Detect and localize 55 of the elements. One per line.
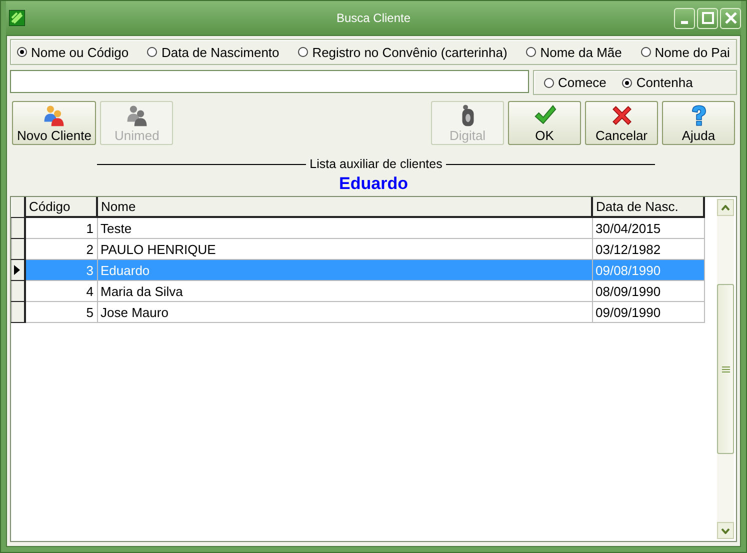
radio-indicator[interactable] [526, 47, 536, 57]
column-header[interactable]: Nome [97, 197, 592, 217]
radio-button[interactable]: Contenha [622, 75, 693, 90]
table-cell: Teste [97, 217, 592, 238]
radio-indicator[interactable] [17, 47, 27, 57]
section-title: Lista auxiliar de clientes [310, 157, 442, 171]
radio-button[interactable]: Nome do Pai [640, 44, 730, 60]
table-row[interactable]: 4 Maria da Silva 08/09/1990 [12, 280, 704, 302]
table-row[interactable]: 1 Teste 30/04/2015 [12, 217, 704, 238]
radio-button[interactable]: Nome da Mãe [526, 44, 622, 60]
radio-indicator[interactable] [640, 47, 651, 57]
toolbar-button[interactable]: OK [508, 101, 581, 145]
radio-button[interactable]: Registro no Convênio (carterinha) [298, 44, 508, 60]
table-cell: Maria da Silva [97, 280, 592, 302]
minimize-button[interactable] [674, 8, 695, 28]
table-cell: 09/09/1990 [592, 302, 704, 322]
maximize-button[interactable] [697, 8, 718, 28]
radio-indicator[interactable] [298, 47, 308, 57]
row-pointer-icon [14, 264, 20, 274]
grip-icon [722, 366, 730, 372]
radio-button[interactable]: Data de Nascimento [147, 44, 280, 60]
scroll-down-button[interactable] [717, 522, 734, 539]
toolbar-button[interactable]: Novo Cliente [12, 101, 96, 145]
table-cell: Jose Mauro [97, 302, 592, 322]
scroll-thumb[interactable] [717, 284, 734, 454]
caret-up-icon [721, 204, 730, 210]
table-cell: 5 [25, 302, 97, 322]
close-icon [724, 12, 736, 24]
column-header[interactable]: Código [25, 197, 97, 217]
radio-button[interactable]: Comece [544, 75, 606, 90]
radio-button[interactable]: Nome ou Código [17, 44, 129, 60]
radio-indicator[interactable] [544, 78, 554, 88]
selected-client-name: Eduardo [338, 174, 409, 194]
table-cell: 09/08/1990 [592, 260, 704, 280]
radio-indicator[interactable] [147, 47, 158, 57]
table-cell: 4 [25, 280, 97, 302]
table-cell: 30/04/2015 [592, 217, 704, 238]
table-cell: 1 [25, 217, 97, 238]
toolbar-button[interactable]: Cancelar [585, 101, 658, 145]
window-title: Busca Cliente [336, 11, 411, 25]
table-cell: Eduardo [97, 260, 592, 280]
table-cell: 08/09/1990 [592, 280, 704, 302]
scrollbar[interactable] [717, 199, 734, 539]
maximize-icon [702, 12, 714, 24]
toolbar-button[interactable]: Ajuda [662, 101, 735, 145]
minimize-icon [681, 20, 688, 24]
table-row[interactable]: 5 Jose Mauro 09/09/1990 [12, 302, 704, 322]
column-header[interactable]: Data de Nasc. [592, 197, 704, 217]
table-cell: 3 [25, 260, 97, 280]
search-field[interactable] [10, 70, 529, 93]
app-icon [9, 10, 25, 26]
radio-indicator[interactable] [622, 78, 632, 88]
scroll-up-button[interactable] [717, 199, 734, 216]
caret-down-icon [721, 528, 730, 534]
close-button[interactable] [720, 8, 741, 28]
